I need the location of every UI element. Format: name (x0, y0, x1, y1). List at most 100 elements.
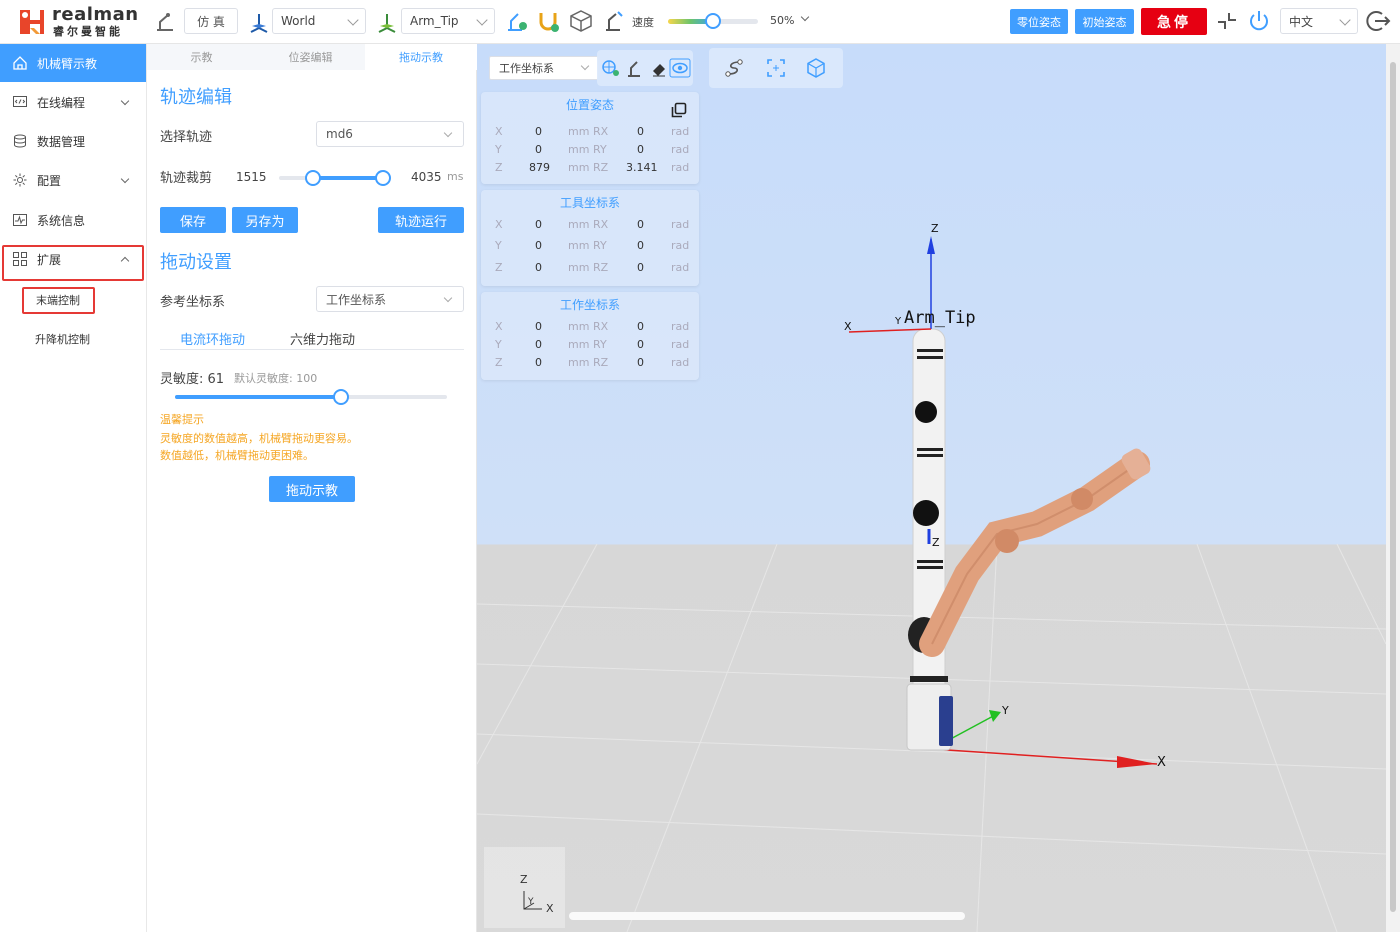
work-frame-card: 工作坐标系 X 0 mm RX 0 rad Y 0 mm RY 0 rad Z 0 mm RZ 0 rad (481, 292, 699, 380)
path-icon[interactable] (723, 57, 745, 79)
tool-frame-icon (374, 8, 400, 34)
sensitivity-slider-fill (175, 395, 341, 399)
sidebar-item-config[interactable]: 配置 (0, 161, 146, 199)
horizontal-scrollbar[interactable] (569, 912, 965, 920)
sidebar-item-online-programming[interactable]: 在线编程 (0, 83, 146, 121)
sidebar-item-arm-teach[interactable]: 机械臂示教 (0, 44, 146, 82)
zero-pose-button[interactable]: 零位姿态 (1010, 9, 1068, 34)
viewport-toolbar-right (709, 48, 843, 88)
home-icon (13, 56, 27, 70)
gizmo-z-label: Z (520, 873, 528, 886)
sidebar-sub-lift-control[interactable]: 升降机控制 (35, 324, 155, 354)
clip-slider-fill (312, 176, 383, 180)
language-select[interactable]: 中文 (1280, 8, 1358, 34)
speed-arm-icon (601, 8, 627, 34)
tool-frame-select[interactable]: Arm_Tip (401, 8, 495, 34)
save-button[interactable]: 保存 (160, 207, 226, 233)
clip-start-knob[interactable] (304, 170, 321, 186)
tool-z-arrow (927, 236, 935, 254)
reference-frame-label: 参考坐标系 (160, 295, 226, 310)
save-as-button[interactable]: 另存为 (232, 207, 298, 233)
chevron-down-icon (1339, 14, 1351, 26)
chevron-down-icon (443, 293, 453, 303)
sensitivity-knob[interactable] (332, 389, 349, 405)
orientation-gizmo[interactable]: Z Y X (484, 847, 565, 928)
trajectory-select[interactable]: md6 (316, 121, 464, 147)
code-icon (13, 96, 27, 107)
trajectory-edit-title: 轨迹编辑 (160, 87, 232, 108)
clip-end-knob[interactable] (375, 170, 391, 186)
top-toolbar: realman 睿尔曼智能 仿 真 World Arm_Tip 速度 50% 零… (0, 0, 1400, 44)
trajectory-clip-slider[interactable] (279, 170, 391, 186)
reference-frame-select[interactable]: 工作坐标系 (316, 286, 464, 312)
robot-model-icon[interactable] (625, 58, 645, 78)
tool-row-x: X 0 mm RX 0 rad (495, 218, 690, 231)
simulation-button[interactable]: 仿 真 (184, 8, 238, 34)
work-row-y: Y 0 mm RY 0 rad (495, 338, 690, 351)
tab-pose-edit[interactable]: 位姿编辑 (256, 44, 365, 70)
logout-icon[interactable] (1366, 8, 1392, 34)
tip-line-2: 数值越低，机械臂拖动更困难。 (160, 449, 314, 462)
gizmo-y-label: Y (528, 897, 534, 907)
gizmo-x-label: X (546, 902, 554, 915)
realman-logo-icon (20, 10, 44, 34)
collapse-icon[interactable] (1214, 8, 1240, 34)
eye-icon[interactable] (669, 58, 691, 78)
magnet-icon[interactable] (535, 8, 561, 34)
sidebar-item-system-info[interactable]: 系统信息 (0, 201, 146, 239)
pose-row-z: Z 879 mm RZ 3.141 rad (495, 161, 690, 174)
eraser-icon[interactable] (649, 58, 669, 78)
tool-x-label: X (844, 320, 852, 333)
teach-arm-icon[interactable] (504, 8, 530, 34)
clip-end-value: 4035 (411, 170, 442, 184)
robot-arm-icon[interactable] (152, 8, 178, 34)
world-frame-select[interactable]: World (272, 8, 366, 34)
clip-start-value: 1515 (236, 170, 267, 184)
3d-viewport[interactable]: Z X Y Arm_Tip Z Y X 工作坐标系 位置姿态 X 0 mm RX 0 ra… (477, 44, 1386, 932)
power-icon[interactable] (1246, 8, 1272, 34)
sensitivity-slider[interactable] (175, 389, 447, 405)
initial-pose-button[interactable]: 初始姿态 (1075, 9, 1134, 34)
work-frame-card-title: 工作坐标系 (559, 298, 620, 312)
robot-arm-model[interactable] (906, 328, 1153, 751)
vertical-scrollbar-thumb[interactable] (1390, 62, 1396, 912)
chevron-down-icon (443, 128, 453, 138)
pose-row-y: Y 0 mm RY 0 rad (495, 143, 690, 156)
settings-icon (13, 173, 27, 187)
sidebar-item-data-management[interactable]: 数据管理 (0, 122, 146, 160)
viewport-frame-select[interactable]: 工作坐标系 (489, 56, 599, 80)
tab-six-axis-force-drag[interactable]: 六维力拖动 (290, 329, 355, 348)
database-icon (14, 134, 26, 148)
world-frame-icon (246, 8, 272, 34)
cube-icon[interactable] (568, 8, 594, 34)
world-y-label: Y (1002, 704, 1009, 717)
chevron-down-icon (120, 96, 130, 106)
fit-view-icon[interactable] (765, 57, 787, 79)
chevron-down-icon (347, 14, 359, 26)
speed-slider-knob[interactable] (705, 13, 721, 29)
tab-teach[interactable]: 示教 (147, 44, 256, 70)
drag-teach-button[interactable]: 拖动示教 (269, 476, 355, 502)
trajectory-run-button[interactable]: 轨迹运行 (378, 207, 464, 233)
speed-chevron-down-icon[interactable] (800, 12, 810, 22)
tab-drag-teach[interactable]: 拖动示教 (365, 44, 477, 70)
monitor-icon (13, 214, 27, 226)
copy-icon[interactable] (671, 102, 687, 118)
vertical-scrollbar[interactable] (1386, 44, 1400, 932)
frame-gizmo-icon[interactable] (601, 58, 621, 78)
tool-frame-card: 工具坐标系 X 0 mm RX 0 rad Y 0 mm RY 0 rad Z 0 mm RZ 0 rad (481, 190, 699, 286)
arm-tip-label: Arm_Tip (904, 308, 976, 328)
clip-unit: ms (447, 170, 464, 183)
subtab-divider (160, 349, 464, 350)
3d-view-icon[interactable] (805, 57, 827, 79)
tab-current-loop-drag[interactable]: 电流环拖动 (180, 329, 245, 348)
speed-slider[interactable] (668, 13, 758, 29)
tip-line-1: 灵敏度的数值越高，机械臂拖动更容易。 (160, 432, 358, 445)
sidebar-item-label: 机械臂示教 (37, 56, 98, 71)
orientation-axes-icon (523, 891, 542, 910)
emergency-stop-button[interactable]: 急停 (1141, 8, 1207, 35)
work-row-x: X 0 mm RX 0 rad (495, 320, 690, 333)
speed-value: 50% (770, 14, 795, 27)
chevron-down-icon (120, 174, 130, 184)
sensitivity-default: 默认灵敏度: 100 (234, 372, 318, 385)
